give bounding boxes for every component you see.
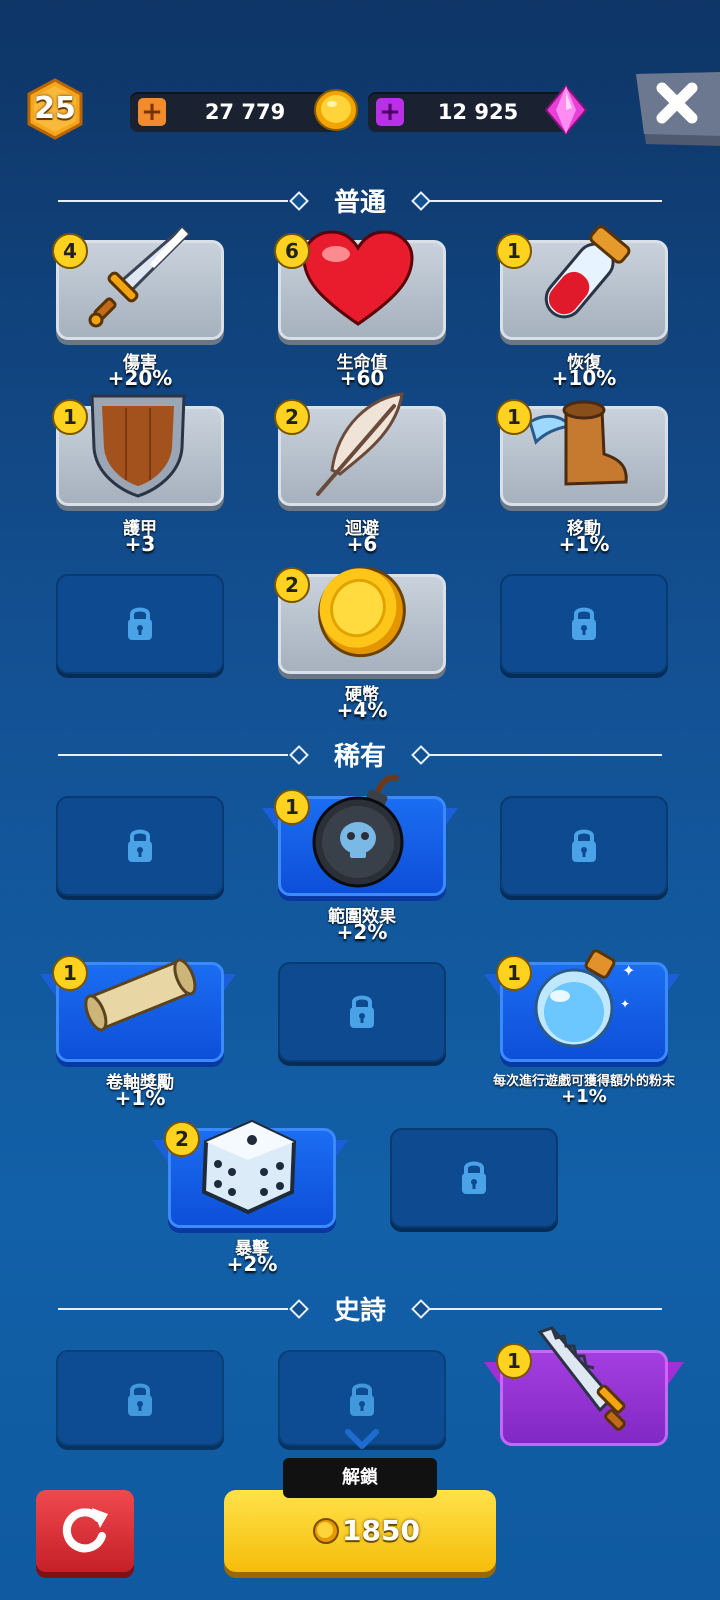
unlock-label: 解鎖 xyxy=(283,1458,437,1498)
lock-icon xyxy=(572,829,596,862)
svg-text:✦: ✦ xyxy=(620,997,630,1011)
locked-slot[interactable] xyxy=(278,962,446,1062)
shield-icon xyxy=(90,394,186,498)
count-badge: 1 xyxy=(496,955,532,991)
heart-icon xyxy=(302,230,414,326)
item-value: +3 xyxy=(124,532,156,556)
lock-icon xyxy=(128,829,152,862)
scroll-down-chevron-icon[interactable] xyxy=(344,1428,380,1454)
add-coins-icon[interactable]: + xyxy=(138,98,166,126)
sword-icon xyxy=(88,225,191,328)
count-badge: 1 xyxy=(496,233,532,269)
section-divider-left xyxy=(58,754,288,756)
gem-balance[interactable]: + 12 925 xyxy=(368,92,568,132)
refresh-icon xyxy=(62,1508,108,1553)
coin-balance[interactable]: + 27 779 xyxy=(130,92,340,132)
potion-icon xyxy=(544,225,631,319)
scroll-icon xyxy=(84,958,197,1032)
lock-icon xyxy=(350,995,374,1028)
item-value: +2% xyxy=(336,920,388,944)
count-badge: 2 xyxy=(274,567,310,603)
lock-icon xyxy=(128,607,152,640)
player-level-badge: 25 xyxy=(26,78,84,140)
count-badge: 1 xyxy=(52,399,88,435)
section-divider-right xyxy=(430,200,662,202)
locked-slot[interactable] xyxy=(56,574,224,674)
locked-slot[interactable] xyxy=(56,1350,224,1446)
lock-icon xyxy=(350,1383,374,1416)
close-button[interactable] xyxy=(630,72,720,146)
svg-text:✦: ✦ xyxy=(622,961,635,980)
count-badge: 1 xyxy=(52,955,88,991)
count-badge: 6 xyxy=(274,233,310,269)
item-value: +2% xyxy=(226,1252,278,1276)
unlock-cost: 1850 xyxy=(342,1514,420,1547)
locked-slot[interactable] xyxy=(56,796,224,896)
count-badge: 1 xyxy=(496,1343,532,1379)
section-divider-left xyxy=(58,1308,288,1310)
refresh-button[interactable] xyxy=(36,1490,134,1572)
locked-slot[interactable] xyxy=(390,1128,558,1228)
count-badge: 1 xyxy=(274,789,310,825)
unlock-button[interactable]: 1850 xyxy=(224,1490,496,1572)
item-value: +6 xyxy=(346,532,378,556)
add-gems-icon[interactable]: + xyxy=(376,98,404,126)
item-value: +20% xyxy=(107,366,173,390)
bomb-icon xyxy=(312,774,404,888)
coin-amount: 27 779 xyxy=(204,100,286,124)
locked-slot[interactable] xyxy=(500,574,668,674)
section-divider-right xyxy=(430,1308,662,1310)
pink-gem-icon xyxy=(544,84,588,136)
lock-icon xyxy=(128,1383,152,1416)
feather-icon xyxy=(316,392,404,496)
lock-icon xyxy=(572,607,596,640)
count-badge: 1 xyxy=(496,399,532,435)
gem-amount: 12 925 xyxy=(437,100,519,124)
item-value: +4% xyxy=(336,698,388,722)
gold-coin-icon xyxy=(313,1518,339,1544)
item-value: +1% xyxy=(561,1086,607,1107)
winged-boot-icon xyxy=(528,400,628,486)
count-badge: 4 xyxy=(52,233,88,269)
coin-icon xyxy=(318,566,406,658)
dice-icon xyxy=(201,1119,297,1215)
item-value: +60 xyxy=(339,366,385,390)
section-divider-left xyxy=(58,200,288,202)
count-badge: 2 xyxy=(164,1121,200,1157)
saw-sword-icon xyxy=(537,1326,626,1431)
item-value: +1% xyxy=(558,532,610,556)
lock-icon xyxy=(462,1161,486,1194)
count-badge: 2 xyxy=(274,399,310,435)
dust-flask-icon: ✦ ✦ xyxy=(534,949,635,1048)
gold-coin-icon xyxy=(314,89,358,131)
section-divider-right xyxy=(430,754,662,756)
locked-slot[interactable] xyxy=(500,796,668,896)
item-value: +10% xyxy=(551,366,617,390)
item-value: +1% xyxy=(114,1086,166,1110)
player-level: 25 xyxy=(34,91,76,126)
